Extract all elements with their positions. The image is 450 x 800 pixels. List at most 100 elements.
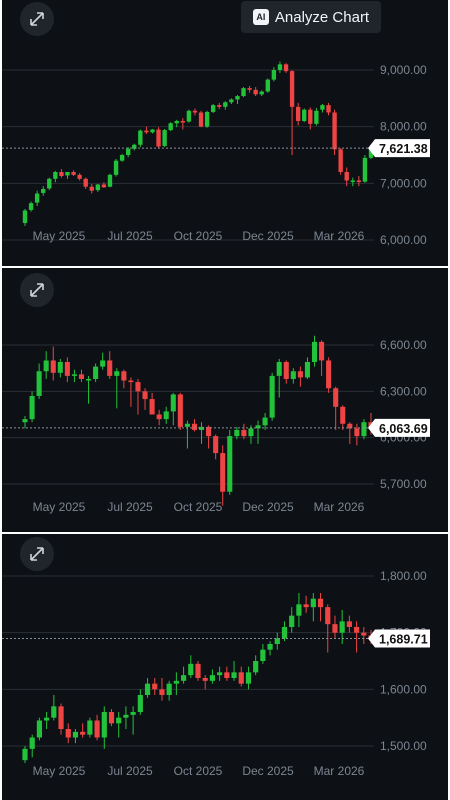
- candle-body: [333, 388, 339, 407]
- candle-body: [361, 422, 367, 437]
- candle-body: [65, 729, 71, 738]
- analyze-chart-button[interactable]: AI Analyze Chart: [241, 1, 381, 33]
- candle-body: [297, 371, 303, 378]
- candle-body: [100, 360, 106, 367]
- x-tick-label: Mar 2026: [314, 764, 365, 778]
- y-tick-label: 6,600.00: [380, 338, 427, 352]
- candle-body: [227, 436, 233, 492]
- candle-body: [260, 649, 266, 661]
- candle-body: [152, 683, 158, 690]
- candle-body: [94, 720, 100, 738]
- candle-body: [156, 414, 162, 420]
- candle-body: [72, 731, 79, 738]
- candle-body: [295, 106, 301, 121]
- x-tick-label: Dec 2025: [242, 229, 294, 243]
- candle-body: [36, 720, 43, 738]
- candle-body: [163, 411, 169, 420]
- y-tick-label: 8,000.00: [380, 120, 427, 134]
- x-tick-label: Oct 2025: [174, 229, 223, 243]
- candle-body: [217, 672, 223, 676]
- candle-body: [166, 683, 172, 695]
- candle-body: [277, 64, 283, 70]
- x-tick-label: May 2025: [33, 229, 86, 243]
- candle-body: [150, 129, 155, 133]
- x-tick-label: Jul 2025: [107, 500, 153, 514]
- candle-body: [267, 644, 273, 650]
- candle-body: [209, 675, 216, 681]
- candle-body: [149, 399, 155, 415]
- candle-body: [346, 621, 352, 627]
- candle-body: [274, 638, 280, 644]
- candle-body: [22, 419, 28, 423]
- candle-body: [262, 417, 268, 426]
- candle-body: [220, 453, 226, 492]
- candle-body: [361, 632, 367, 636]
- expand-button[interactable]: [20, 273, 54, 307]
- candle-body: [87, 720, 93, 735]
- candle-body: [191, 423, 198, 430]
- candle-body: [22, 748, 28, 761]
- candle-body: [195, 663, 201, 678]
- x-tick-label: Oct 2025: [174, 500, 223, 514]
- candle-body: [177, 394, 183, 427]
- candle-body: [234, 429, 240, 437]
- candle-body: [59, 172, 64, 176]
- current-price-label: 1,689.71: [379, 632, 428, 646]
- candle-body: [29, 737, 35, 749]
- candle-body: [283, 64, 289, 72]
- candle-body: [353, 627, 360, 633]
- y-tick-label: 1,500.00: [380, 739, 427, 753]
- candle-body: [119, 155, 125, 161]
- candle-body: [192, 110, 198, 113]
- expand-button[interactable]: [20, 537, 54, 571]
- candle-body: [356, 180, 362, 182]
- candlestick-chart: 1,800.001,700.001,600.001,500.00May 2025…: [2, 569, 430, 778]
- candle-body: [229, 99, 234, 103]
- y-tick-label: 1,800.00: [380, 569, 427, 583]
- candle-body: [29, 395, 35, 420]
- x-tick-label: May 2025: [33, 500, 86, 514]
- candle-body: [289, 615, 295, 627]
- candle-body: [101, 712, 107, 738]
- candle-body: [34, 193, 40, 203]
- candle-body: [231, 672, 237, 678]
- candle-body: [114, 371, 120, 376]
- candle-body: [57, 361, 63, 373]
- candle-body: [344, 172, 349, 181]
- candle-body: [159, 689, 165, 695]
- candle-body: [303, 604, 309, 608]
- candle-body: [265, 79, 270, 92]
- candle-body: [283, 361, 289, 379]
- candle-body: [186, 110, 192, 122]
- candle-body: [332, 624, 338, 633]
- candle-body: [95, 184, 101, 191]
- candle-body: [326, 105, 331, 113]
- candle-body: [188, 663, 194, 676]
- y-tick-label: 6,000.00: [380, 233, 427, 247]
- candle-body: [128, 380, 134, 383]
- candle-body: [170, 394, 176, 412]
- expand-icon: [30, 12, 44, 26]
- y-tick-label: 9,000.00: [380, 63, 427, 77]
- candlestick-chart: 9,000.00 8,000.00 7,000.00 6,000.00 May 2025…: [2, 61, 430, 247]
- candle-body: [339, 621, 345, 633]
- y-tick-label: 1,600.00: [380, 682, 427, 696]
- candle-body: [44, 717, 50, 721]
- candle-body: [319, 341, 325, 361]
- expand-icon: [30, 547, 44, 561]
- candle-body: [64, 361, 70, 376]
- x-tick-label: Dec 2025: [242, 764, 294, 778]
- x-tick-label: Mar 2026: [314, 500, 365, 514]
- y-tick-label: 5,700.00: [380, 477, 427, 491]
- expand-button[interactable]: [20, 2, 54, 36]
- candle-body: [86, 378, 92, 381]
- candle-body: [28, 203, 34, 210]
- candle-body: [162, 130, 167, 146]
- x-tick-label: Jul 2025: [107, 764, 153, 778]
- candle-body: [302, 109, 307, 121]
- x-tick-label: Jul 2025: [107, 229, 153, 243]
- candle-body: [290, 371, 296, 379]
- candle-body: [65, 172, 70, 176]
- candle-body: [43, 360, 49, 372]
- candle-body: [308, 109, 313, 124]
